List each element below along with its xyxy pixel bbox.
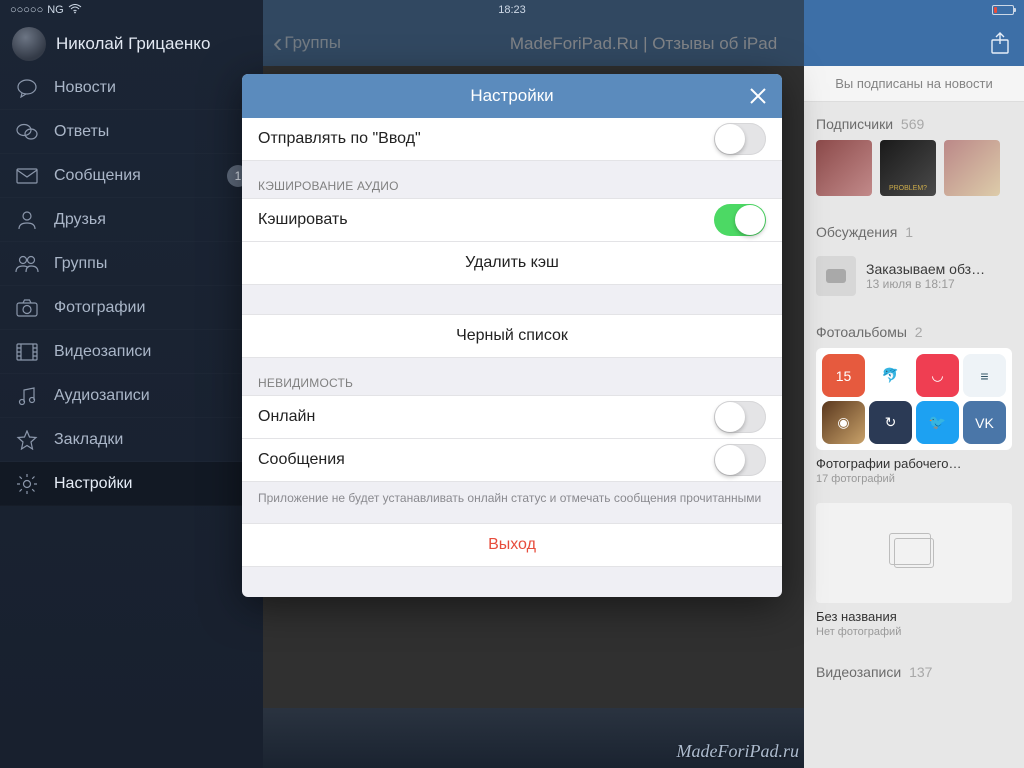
clear-cache-button[interactable]: Удалить кэш <box>242 241 782 285</box>
sidebar: Николай Грицаенко Новости Ответы Сообщения… <box>0 0 263 768</box>
empty-album[interactable] <box>816 503 1012 603</box>
setting-online[interactable]: Онлайн <box>242 395 782 439</box>
albums-header[interactable]: Фотоальбомы 2 <box>804 310 1024 348</box>
sidebar-item-label: Фотографии <box>54 299 249 317</box>
film-icon <box>14 341 40 363</box>
sidebar-item-label: Аудиозаписи <box>54 387 249 405</box>
subscriber-thumb[interactable] <box>816 140 872 196</box>
toggle-online[interactable] <box>714 401 766 433</box>
toggle-cache[interactable] <box>714 204 766 236</box>
sidebar-item-label: Закладки <box>54 431 249 449</box>
sidebar-item-label: Настройки <box>54 475 249 493</box>
battery-indicator <box>992 5 1014 15</box>
person-icon <box>14 209 40 231</box>
subscriber-thumbs[interactable] <box>804 140 1024 210</box>
close-button[interactable] <box>746 84 770 108</box>
sidebar-item-label: Сообщения <box>54 167 227 185</box>
music-icon <box>14 385 40 407</box>
bubble-icon <box>14 77 40 99</box>
app-tile: ◡ <box>916 354 959 397</box>
right-column: Вы подписаны на новости Подписчики 569 О… <box>804 66 1024 768</box>
logout-button[interactable]: Выход <box>242 523 782 567</box>
sidebar-item-label: Видеозаписи <box>54 343 249 361</box>
app-tile: ≡ <box>963 354 1006 397</box>
sidebar-item-mail[interactable]: Сообщения1 <box>0 154 263 198</box>
page-title: MadeForiPad.Ru | Отзывы об iPad <box>510 34 777 54</box>
album-grid[interactable]: 15🐬◡≡ ◉↻🐦VK <box>816 348 1012 450</box>
app-tile: 15 <box>822 354 865 397</box>
section-audio-cache: КЭШИРОВАНИЕ АУДИО <box>242 161 782 199</box>
back-button[interactable]: ‹ Группы <box>273 29 341 57</box>
section-invisibility: НЕВИДИМОСТЬ <box>242 358 782 396</box>
chevron-left-icon: ‹ <box>273 29 282 57</box>
modal-header: Настройки <box>242 74 782 118</box>
app-tile: VK <box>963 401 1006 444</box>
album-subtitle: 17 фотографий <box>804 473 1024 497</box>
discussion-icon <box>816 256 856 296</box>
videos-header[interactable]: Видеозаписи 137 <box>804 650 1024 688</box>
ios-status-bar: ○○○○○ NG 18:23 <box>0 0 1024 20</box>
star-icon <box>14 429 40 451</box>
wifi-icon <box>68 4 82 17</box>
sidebar-item-people[interactable]: Группы <box>0 242 263 286</box>
app-tile: ◉ <box>822 401 865 444</box>
app-tile: ↻ <box>869 401 912 444</box>
camera-icon <box>14 297 40 319</box>
back-label: Группы <box>284 33 341 53</box>
signal-dots: ○○○○○ <box>10 4 43 16</box>
sidebar-item-person[interactable]: Друзья <box>0 198 263 242</box>
setting-send-on-enter[interactable]: Отправлять по "Ввод" <box>242 117 782 161</box>
sidebar-item-bubble[interactable]: Новости <box>0 66 263 110</box>
invisibility-footnote: Приложение не будет устанавливать онлайн… <box>242 482 782 524</box>
sidebar-item-label: Группы <box>54 255 249 273</box>
subscribed-banner: Вы подписаны на новости <box>804 66 1024 102</box>
mail-icon <box>14 165 40 187</box>
sidebar-item-camera[interactable]: Фотографии <box>0 286 263 330</box>
carrier-name: NG <box>47 4 64 16</box>
sidebar-item-film[interactable]: Видеозаписи <box>0 330 263 374</box>
placeholder-icon <box>894 538 934 568</box>
sidebar-item-label: Друзья <box>54 211 249 229</box>
profile-row[interactable]: Николай Грицаенко <box>0 22 263 66</box>
subscriber-thumb[interactable] <box>944 140 1000 196</box>
sidebar-item-star[interactable]: Закладки <box>0 418 263 462</box>
album-title: Без названия <box>804 603 1024 626</box>
setting-cache-enable[interactable]: Кэшировать <box>242 198 782 242</box>
sidebar-item-label: Ответы <box>54 123 249 141</box>
profile-name: Николай Грицаенко <box>56 34 210 54</box>
app-tile: 🐬 <box>869 354 912 397</box>
subscribers-header[interactable]: Подписчики 569 <box>804 102 1024 140</box>
share-button[interactable] <box>986 29 1014 57</box>
album-title: Фотографии рабочего… <box>804 450 1024 473</box>
gear-icon <box>14 473 40 495</box>
subscriber-thumb[interactable] <box>880 140 936 196</box>
sidebar-item-music[interactable]: Аудиозаписи <box>0 374 263 418</box>
avatar <box>12 27 46 61</box>
people-icon <box>14 253 40 275</box>
toggle-messages[interactable] <box>714 444 766 476</box>
blacklist-button[interactable]: Черный список <box>242 314 782 358</box>
background-photo <box>263 708 804 768</box>
status-time: 18:23 <box>498 4 526 16</box>
discussion-item[interactable]: Заказываем обз… 13 июля в 18:17 <box>804 248 1024 310</box>
setting-messages[interactable]: Сообщения <box>242 438 782 482</box>
toggle-send-on-enter[interactable] <box>714 123 766 155</box>
sidebar-item-bubbles[interactable]: Ответы <box>0 110 263 154</box>
bubbles-icon <box>14 121 40 143</box>
app-tile: 🐦 <box>916 401 959 444</box>
sidebar-item-gear[interactable]: Настройки <box>0 462 263 506</box>
discussions-header[interactable]: Обсуждения 1 <box>804 210 1024 248</box>
modal-title: Настройки <box>470 86 553 106</box>
album-subtitle: Нет фотографий <box>804 626 1024 650</box>
settings-modal: Настройки Отправлять по "Ввод" КЭШИРОВАН… <box>242 74 782 597</box>
sidebar-item-label: Новости <box>54 79 249 97</box>
